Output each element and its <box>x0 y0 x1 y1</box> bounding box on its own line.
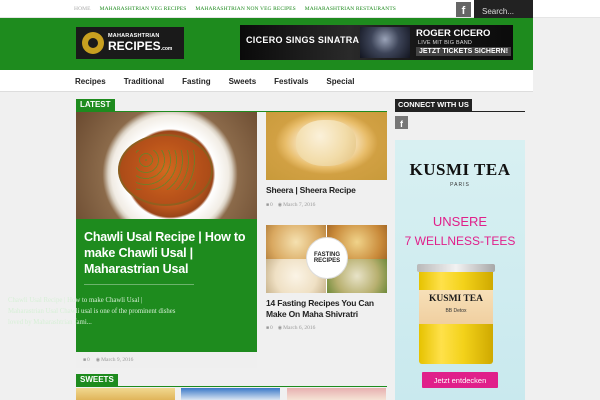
search-input[interactable] <box>474 0 533 18</box>
sweets-divider <box>76 386 387 387</box>
main-nav: Recipes Traditional Fasting Sweets Festi… <box>0 70 533 92</box>
featured-divider <box>84 284 194 285</box>
top-bar: HOME MAHARASHTRIAN VEG RECIPES MAHARASHT… <box>0 0 600 18</box>
top-nav: HOME MAHARASHTRIAN VEG RECIPES MAHARASHT… <box>74 0 396 18</box>
ad-headline-1: UNSERE <box>432 214 488 229</box>
site-logo[interactable]: MAHARASHTRIAN RECIPES.com <box>76 27 184 59</box>
facebook-icon[interactable]: f <box>395 116 408 129</box>
featured-post-image[interactable] <box>76 112 257 219</box>
post-date: March 6, 2016 <box>278 325 315 331</box>
top-nav-veg-recipes[interactable]: MAHARASHTRIAN VEG RECIPES <box>100 6 187 12</box>
post-card[interactable]: FASTING RECIPES 14 Fasting Recipes You C… <box>266 225 387 335</box>
post-card-meta: 0 March 7, 2016 <box>266 202 315 208</box>
logo-line2-main: RECIPES <box>108 38 161 53</box>
ad-cta-button[interactable]: Jetzt entdecken <box>422 372 498 388</box>
connect-divider <box>395 111 525 112</box>
nav-sweets[interactable]: Sweets <box>220 77 266 86</box>
badge-line2: RECIPES <box>313 258 341 264</box>
comment-count[interactable]: 0 <box>83 357 90 363</box>
banner-subtitle: LIVE MIT BIG BAND <box>418 40 473 46</box>
latest-label: LATEST <box>76 99 115 111</box>
post-date: March 9, 2016 <box>96 357 133 363</box>
ad-brand: KUSMI TEA <box>409 160 511 179</box>
sidebar-ad[interactable]: KUSMI TEA PARIS UNSERE 7 WELLNESS-TEES K… <box>395 140 525 400</box>
top-nav-home[interactable]: HOME <box>74 6 91 12</box>
nav-traditional[interactable]: Traditional <box>115 77 173 86</box>
ad-headline-2: 7 WELLNESS-TEES <box>404 234 516 248</box>
post-card-title[interactable]: Sheera | Sheera Recipe <box>266 185 356 196</box>
featured-post-excerpt: Chawli Usal Recipe | How to make Chawli … <box>8 297 176 326</box>
featured-post[interactable]: Chawli Usal Recipe | How to make Chawli … <box>76 112 257 368</box>
sweets-label: SWEETS <box>76 374 118 386</box>
post-card-image[interactable]: FASTING RECIPES <box>266 225 387 293</box>
top-nav-restaurants[interactable]: MAHARASHTRIAN RESTAURANTS <box>305 6 396 12</box>
post-date: March 7, 2016 <box>278 202 315 208</box>
comment-count[interactable]: 0 <box>266 325 273 331</box>
banner-cta: JETZT TICKETS SICHERN! <box>416 47 512 56</box>
post-card-image[interactable] <box>266 112 387 180</box>
tea-tin-lid <box>417 264 495 272</box>
logo-line2: RECIPES.com <box>108 40 172 52</box>
banner-title: ROGER CICERO <box>416 28 491 39</box>
sweets-thumb[interactable] <box>181 388 280 400</box>
sweets-thumb[interactable] <box>76 388 175 400</box>
tea-tin-sublabel: BB Detox <box>445 308 467 314</box>
sweets-thumb[interactable] <box>287 388 386 400</box>
chef-hat-icon <box>82 32 104 54</box>
post-card[interactable]: Sheera | Sheera Recipe 0 March 7, 2016 <box>266 112 387 212</box>
nav-fasting[interactable]: Fasting <box>173 77 219 86</box>
banner-photo <box>360 27 410 58</box>
banner-left-text: CICERO SINGS SINATRA <box>246 35 360 45</box>
post-card-meta: 0 March 6, 2016 <box>266 325 315 331</box>
fasting-recipes-badge: FASTING RECIPES <box>306 237 348 279</box>
facebook-icon[interactable]: f <box>456 2 471 17</box>
connect-with-us-label: CONNECT WITH US <box>395 99 472 111</box>
top-nav-non-veg-recipes[interactable]: MAHARASHTRIAN NON VEG RECIPES <box>195 6 295 12</box>
tea-tin-label: KUSMI TEA <box>429 294 483 304</box>
post-card-title[interactable]: 14 Fasting Recipes You Can Make On Maha … <box>266 298 387 320</box>
comment-count[interactable]: 0 <box>266 202 273 208</box>
nav-special[interactable]: Special <box>317 77 363 86</box>
ad-city: PARIS <box>450 182 470 188</box>
featured-post-meta: 0 March 9, 2016 <box>76 352 257 368</box>
nav-festivals[interactable]: Festivals <box>265 77 317 86</box>
header-banner-ad[interactable]: CICERO SINGS SINATRA ROGER CICERO LIVE M… <box>240 25 513 60</box>
logo-text: MAHARASHTRIAN RECIPES.com <box>108 34 172 52</box>
logo-suffix: .com <box>160 45 173 52</box>
nav-recipes[interactable]: Recipes <box>75 77 115 86</box>
featured-post-title[interactable]: Chawli Usal Recipe | How to make Chawli … <box>84 229 249 277</box>
